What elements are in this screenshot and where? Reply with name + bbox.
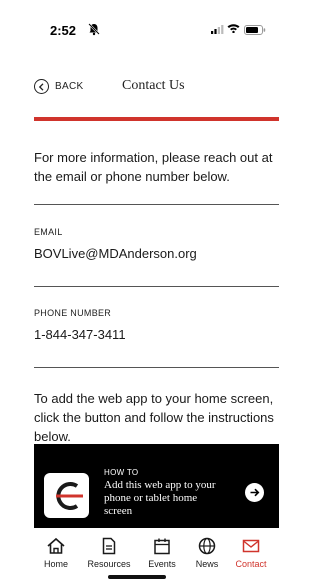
battery-icon (244, 25, 266, 35)
bell-slash-icon (88, 23, 100, 36)
page-title: Contact Us (122, 78, 185, 93)
mail-icon (242, 539, 260, 553)
email-link[interactable]: BOVLive@MDAnderson.org (34, 246, 197, 261)
accent-divider (34, 117, 279, 121)
nav-label: Contact (235, 559, 267, 569)
nav-label: Home (43, 559, 68, 569)
add-to-home-screen-card[interactable]: HOW TO Add this web app to your phone or… (34, 444, 279, 528)
nav-home[interactable]: Home (30, 536, 82, 569)
nav-label: Events (148, 559, 176, 569)
wifi-icon (227, 24, 240, 33)
phone-label: PHONE NUMBER (34, 308, 112, 318)
nav-resources[interactable]: Resources (83, 536, 135, 569)
phone-link[interactable]: 1-844-347-3411 (34, 327, 126, 342)
nav-label: Resources (87, 559, 131, 569)
chevron-left-icon (34, 79, 49, 94)
home-indicator (108, 575, 166, 579)
howto-kicker: HOW TO (104, 468, 139, 477)
calendar-icon (154, 538, 170, 555)
email-label: EMAIL (34, 227, 63, 237)
status-time: 2:52 (50, 23, 77, 38)
intro-text: For more information, please reach out a… (34, 150, 273, 184)
back-button[interactable]: BACK (34, 79, 83, 94)
divider (34, 367, 279, 368)
back-label: BACK (55, 81, 84, 92)
nav-contact[interactable]: Contact (225, 536, 277, 569)
cellular-signal-icon (211, 25, 224, 34)
home-icon (47, 537, 65, 554)
divider (34, 286, 279, 287)
arrow-right-icon (245, 483, 264, 502)
md-anderson-logo (44, 473, 89, 518)
instructions-text: To add the web app to your home screen, … (34, 391, 274, 444)
status-bar: 2:52 (0, 0, 283, 40)
page-header: BACK Contact Us (0, 74, 283, 104)
howto-description: Add this web app to your phone or tablet… (104, 479, 216, 517)
divider (34, 204, 279, 205)
nav-label: News (195, 559, 219, 569)
globe-icon (198, 537, 216, 555)
document-icon (102, 537, 116, 555)
